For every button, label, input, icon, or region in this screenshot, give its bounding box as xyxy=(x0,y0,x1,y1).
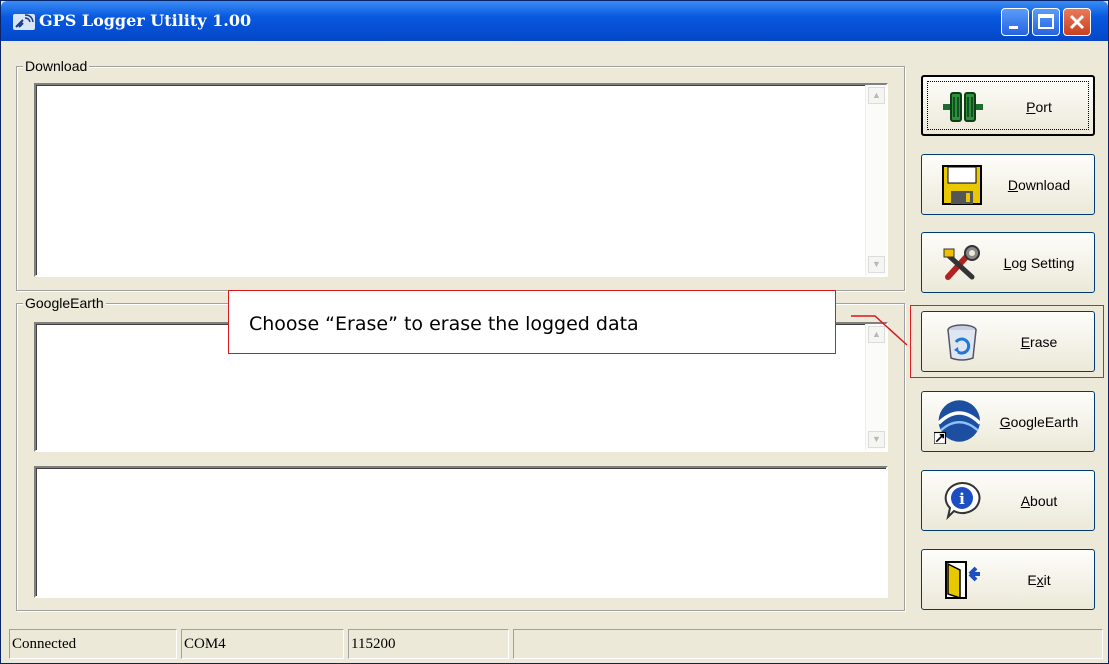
googleearth-label-rest: oogleEarth xyxy=(1010,414,1079,430)
download-log-scrollbar[interactable]: ▲ ▼ xyxy=(865,85,886,275)
exit-button-label: Exit xyxy=(988,572,1090,588)
download-button[interactable]: Download xyxy=(921,154,1095,215)
minimize-button[interactable] xyxy=(1001,8,1029,36)
scroll-down-arrow-icon[interactable]: ▼ xyxy=(868,256,885,273)
about-button-label: About xyxy=(988,493,1090,509)
tools-icon xyxy=(943,245,980,280)
maximize-button[interactable] xyxy=(1032,8,1060,36)
info-icon: i xyxy=(944,481,981,521)
download-mnemonic: D xyxy=(1007,177,1018,193)
app-window: GPS Logger Utility 1.00 Download ▲ ▼ Goo… xyxy=(0,0,1109,664)
erase-callout: Choose “Erase” to erase the logged data xyxy=(228,290,836,354)
svg-text:i: i xyxy=(959,490,965,508)
callout-text: Choose “Erase” to erase the logged data xyxy=(249,313,639,335)
floppy-disk-icon xyxy=(942,165,982,205)
log-setting-button[interactable]: Log Setting xyxy=(921,232,1095,293)
googleearth-group-label: GoogleEarth xyxy=(23,295,106,311)
app-satellite-icon xyxy=(13,14,35,30)
exit-label-rest: it xyxy=(1043,572,1051,588)
exit-label-pre: E xyxy=(1027,572,1037,588)
status-bar: Connected COM4 115200 xyxy=(1,627,1108,663)
port-mnemonic: P xyxy=(1026,99,1036,115)
callout-pointer-line xyxy=(851,315,908,346)
close-button[interactable] xyxy=(1063,8,1091,36)
port-label-rest: ort xyxy=(1035,99,1052,115)
download-label-rest: ownload xyxy=(1017,177,1071,193)
minimize-icon xyxy=(1009,26,1018,29)
googleearth-button-label: GoogleEarth xyxy=(988,414,1090,430)
about-mnemonic: A xyxy=(1020,493,1031,509)
exit-door-icon xyxy=(945,561,980,600)
about-button[interactable]: i About xyxy=(921,470,1095,531)
maximize-icon xyxy=(1038,14,1054,29)
connection-status: Connected xyxy=(9,629,177,659)
googleearth-mnemonic: G xyxy=(999,414,1011,430)
download-button-label: Download xyxy=(988,177,1090,193)
log-setting-button-label: Log Setting xyxy=(988,255,1090,271)
exit-mnemonic: x xyxy=(1036,572,1044,588)
erase-button-highlight xyxy=(910,305,1104,378)
googleearth-output-textarea[interactable] xyxy=(34,466,888,598)
exit-button[interactable]: Exit xyxy=(921,549,1095,610)
port-button-label: Port xyxy=(989,99,1089,115)
window-title: GPS Logger Utility 1.00 xyxy=(39,11,252,30)
port-button[interactable]: Port xyxy=(921,75,1095,136)
status-empty-panel xyxy=(513,629,1103,659)
scroll-up-arrow-icon[interactable]: ▲ xyxy=(868,87,885,104)
download-group: Download ▲ ▼ xyxy=(16,58,905,291)
title-bar[interactable]: GPS Logger Utility 1.00 xyxy=(1,1,1108,41)
com-port-status: COM4 xyxy=(181,629,344,659)
google-earth-icon xyxy=(934,400,980,444)
log-setting-label-rest: og Setting xyxy=(1011,255,1075,271)
download-log-textarea[interactable]: ▲ ▼ xyxy=(34,83,888,277)
port-connector-icon xyxy=(943,92,983,122)
scroll-down-arrow-icon[interactable]: ▼ xyxy=(868,431,885,448)
download-group-label: Download xyxy=(23,58,90,74)
baud-rate-status: 115200 xyxy=(348,629,509,659)
about-label-rest: bout xyxy=(1030,493,1058,509)
close-icon xyxy=(1069,14,1085,30)
googleearth-button[interactable]: GoogleEarth xyxy=(921,391,1095,452)
